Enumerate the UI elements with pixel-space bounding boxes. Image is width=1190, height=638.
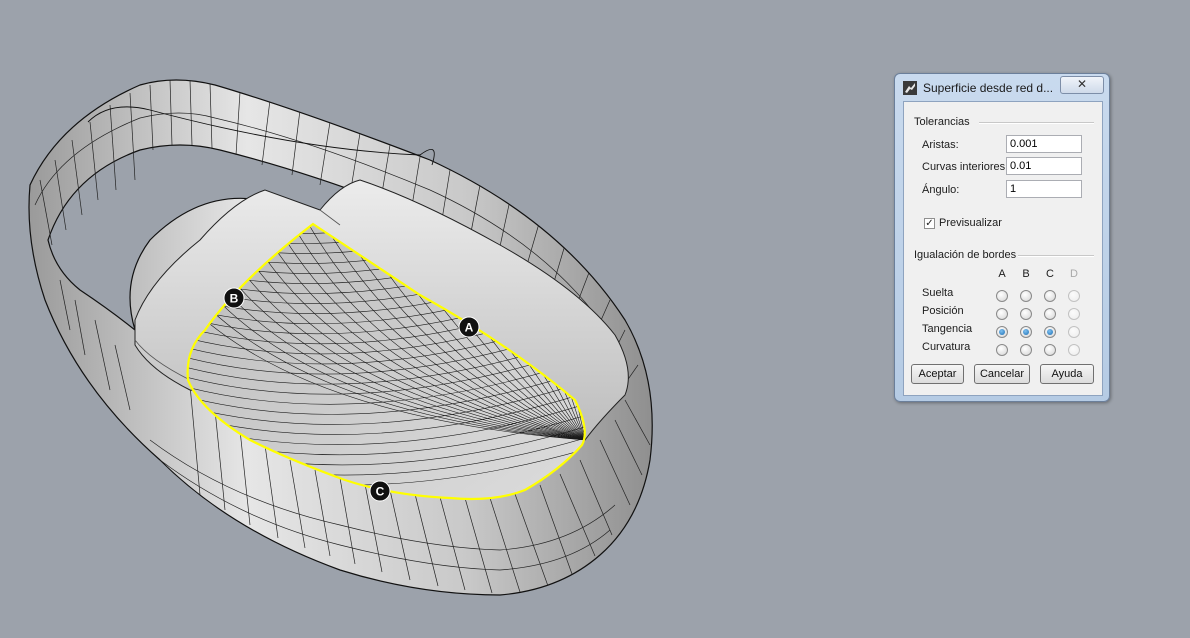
ok-button[interactable]: Aceptar [911, 364, 964, 384]
marker-b: B [223, 287, 245, 309]
dialog-body: Tolerancias Aristas: Curvas interiores: … [903, 101, 1103, 396]
marker-a-label: A [465, 321, 474, 335]
surface-from-network-dialog: Superficie desde red d... ✕ Tolerancias … [894, 73, 1110, 402]
radio-curvature-a[interactable] [996, 344, 1008, 356]
marker-b-label: B [230, 292, 239, 306]
edges-tolerance-input[interactable] [1006, 135, 1082, 153]
radio-tangency-b[interactable] [1020, 326, 1032, 338]
radio-loose-c[interactable] [1044, 290, 1056, 302]
radio-curvature-d [1068, 344, 1080, 356]
radio-position-a[interactable] [996, 308, 1008, 320]
edge-matching-group-label: Igualación de bordes [914, 249, 1017, 261]
dialog-titlebar[interactable]: Superficie desde red d... ✕ [895, 74, 1109, 101]
cancel-button[interactable]: Cancelar [974, 364, 1030, 384]
angle-tolerance-input[interactable] [1006, 180, 1082, 198]
column-d-header: D [1070, 268, 1078, 280]
radio-loose-d [1068, 290, 1080, 302]
group-divider [1018, 255, 1094, 257]
rhino-app-icon [903, 81, 917, 95]
interior-curves-label: Curvas interiores: [922, 161, 1009, 173]
tolerances-group-label: Tolerancias [914, 116, 970, 128]
column-a-header: A [998, 268, 1006, 280]
column-b-header: B [1022, 268, 1030, 280]
help-button[interactable]: Ayuda [1040, 364, 1094, 384]
edges-label: Aristas: [922, 139, 959, 151]
radio-position-b[interactable] [1020, 308, 1032, 320]
interior-curves-tolerance-input[interactable] [1006, 157, 1082, 175]
preview-label[interactable]: Previsualizar [939, 217, 1002, 229]
close-icon: ✕ [1076, 77, 1088, 91]
angle-label: Ángulo: [922, 184, 960, 196]
radio-loose-a[interactable] [996, 290, 1008, 302]
radio-curvature-c[interactable] [1044, 344, 1056, 356]
radio-tangency-c[interactable] [1044, 326, 1056, 338]
dialog-title: Superficie desde red d... [923, 81, 1054, 95]
row-label-position: Posición [922, 305, 964, 317]
preview-checkbox[interactable]: ✓ [924, 218, 935, 229]
radio-loose-b[interactable] [1020, 290, 1032, 302]
row-label-tangency: Tangencia [922, 323, 973, 335]
marker-c: C [369, 480, 391, 502]
row-label-curvature: Curvatura [922, 341, 971, 353]
row-label-loose: Suelta [922, 287, 954, 299]
marker-c-label: C [376, 485, 385, 499]
radio-tangency-d [1068, 326, 1080, 338]
column-c-header: C [1046, 268, 1054, 280]
marker-a: A [458, 316, 480, 338]
close-button[interactable]: ✕ [1060, 76, 1104, 94]
group-divider [979, 122, 1094, 124]
radio-curvature-b[interactable] [1020, 344, 1032, 356]
radio-tangency-a[interactable] [996, 326, 1008, 338]
radio-position-d [1068, 308, 1080, 320]
radio-position-c[interactable] [1044, 308, 1056, 320]
